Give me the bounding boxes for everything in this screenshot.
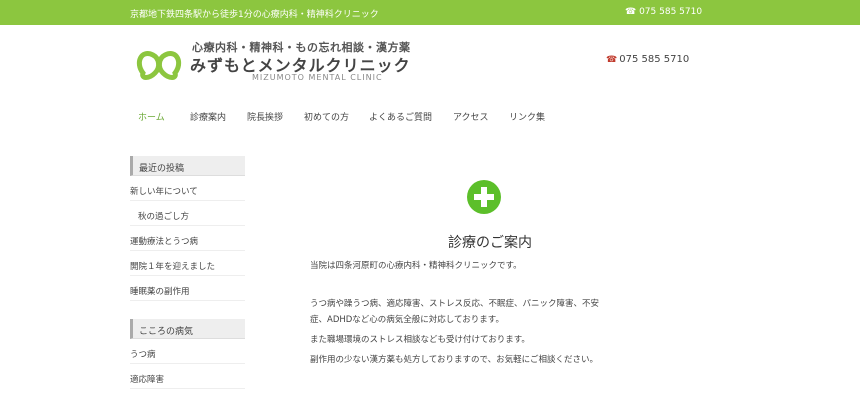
top-tagline: 京都地下鉄四条駅から徒歩1分の心療内科・精神科クリニック: [130, 10, 379, 20]
sidebar-heading-recent: 最近の投稿: [130, 156, 245, 176]
phone-icon: ☎: [606, 55, 618, 65]
sidebar-heading-illness: こころの病気: [130, 319, 245, 339]
sidebar-post-link[interactable]: 開院１年を迎えました: [130, 251, 245, 276]
services-text-line1: うつ病や躁うつ病、適応障害、ストレス反応、不眠症、パニック障害、不安: [310, 299, 600, 309]
sidebar-post-link[interactable]: 新しい年について: [130, 176, 245, 201]
sidebar-post-link[interactable]: 運動療法とうつ病: [130, 226, 245, 251]
top-bar: 京都地下鉄四条駅から徒歩1分の心療内科・精神科クリニック ☎ 075 585 5…: [0, 0, 860, 25]
nav-item-access[interactable]: アクセス: [453, 110, 489, 123]
top-phone[interactable]: ☎ 075 585 5710: [625, 7, 702, 17]
nav-item-home[interactable]: ホーム: [138, 110, 165, 123]
intro-text: 当院は四条河原町の心療内科・精神科クリニックです。: [310, 261, 522, 271]
header-phone-number: 075 585 5710: [619, 54, 690, 65]
site-header: 心療内科・精神科・もの忘れ相談・漢方薬 みずもとメンタルクリニック MIZUMO…: [0, 25, 860, 100]
phone-icon: ☎: [625, 7, 640, 17]
nav-item-greeting[interactable]: 院長挨拶: [247, 110, 283, 123]
top-phone-number: 075 585 5710: [639, 7, 703, 17]
sidebar: 最近の投稿 新しい年について 秋の過ごし方 運動療法とうつ病 開院１年を迎えまし…: [130, 156, 245, 389]
header-phone[interactable]: ☎ 075 585 5710: [606, 54, 689, 65]
sidebar-illness-link[interactable]: 適応障害: [130, 364, 245, 389]
sidebar-post-link[interactable]: 秋の過ごし方: [130, 201, 245, 226]
plus-circle-icon: [467, 180, 501, 214]
clinic-name-en: MIZUMOTO MENTAL CLINIC: [252, 73, 383, 82]
kampo-text: 副作用の少ない漢方薬も処方しておりますので、お気軽にご相談ください。: [310, 355, 598, 365]
nav-item-links[interactable]: リンク集: [509, 110, 545, 123]
nav-item-faq[interactable]: よくあるご質問: [369, 110, 432, 123]
clinic-logo-icon[interactable]: [135, 45, 183, 85]
sidebar-post-link[interactable]: 睡眠薬の副作用: [130, 276, 245, 301]
page-heading: 診療のご案内: [448, 235, 532, 251]
services-text-line2: 症、ADHDなど心の病気全般に対応しております。: [310, 315, 504, 325]
consultation-text: また職場環境のストレス相談なども受け付けております。: [310, 335, 530, 345]
nav-item-services[interactable]: 診療案内: [190, 110, 226, 123]
sidebar-illness-link[interactable]: うつ病: [130, 339, 245, 364]
main-nav: ホーム 診療案内 院長挨拶 初めての方 よくあるご質問 アクセス リンク集: [0, 100, 860, 132]
nav-item-first-visit[interactable]: 初めての方: [304, 110, 349, 123]
